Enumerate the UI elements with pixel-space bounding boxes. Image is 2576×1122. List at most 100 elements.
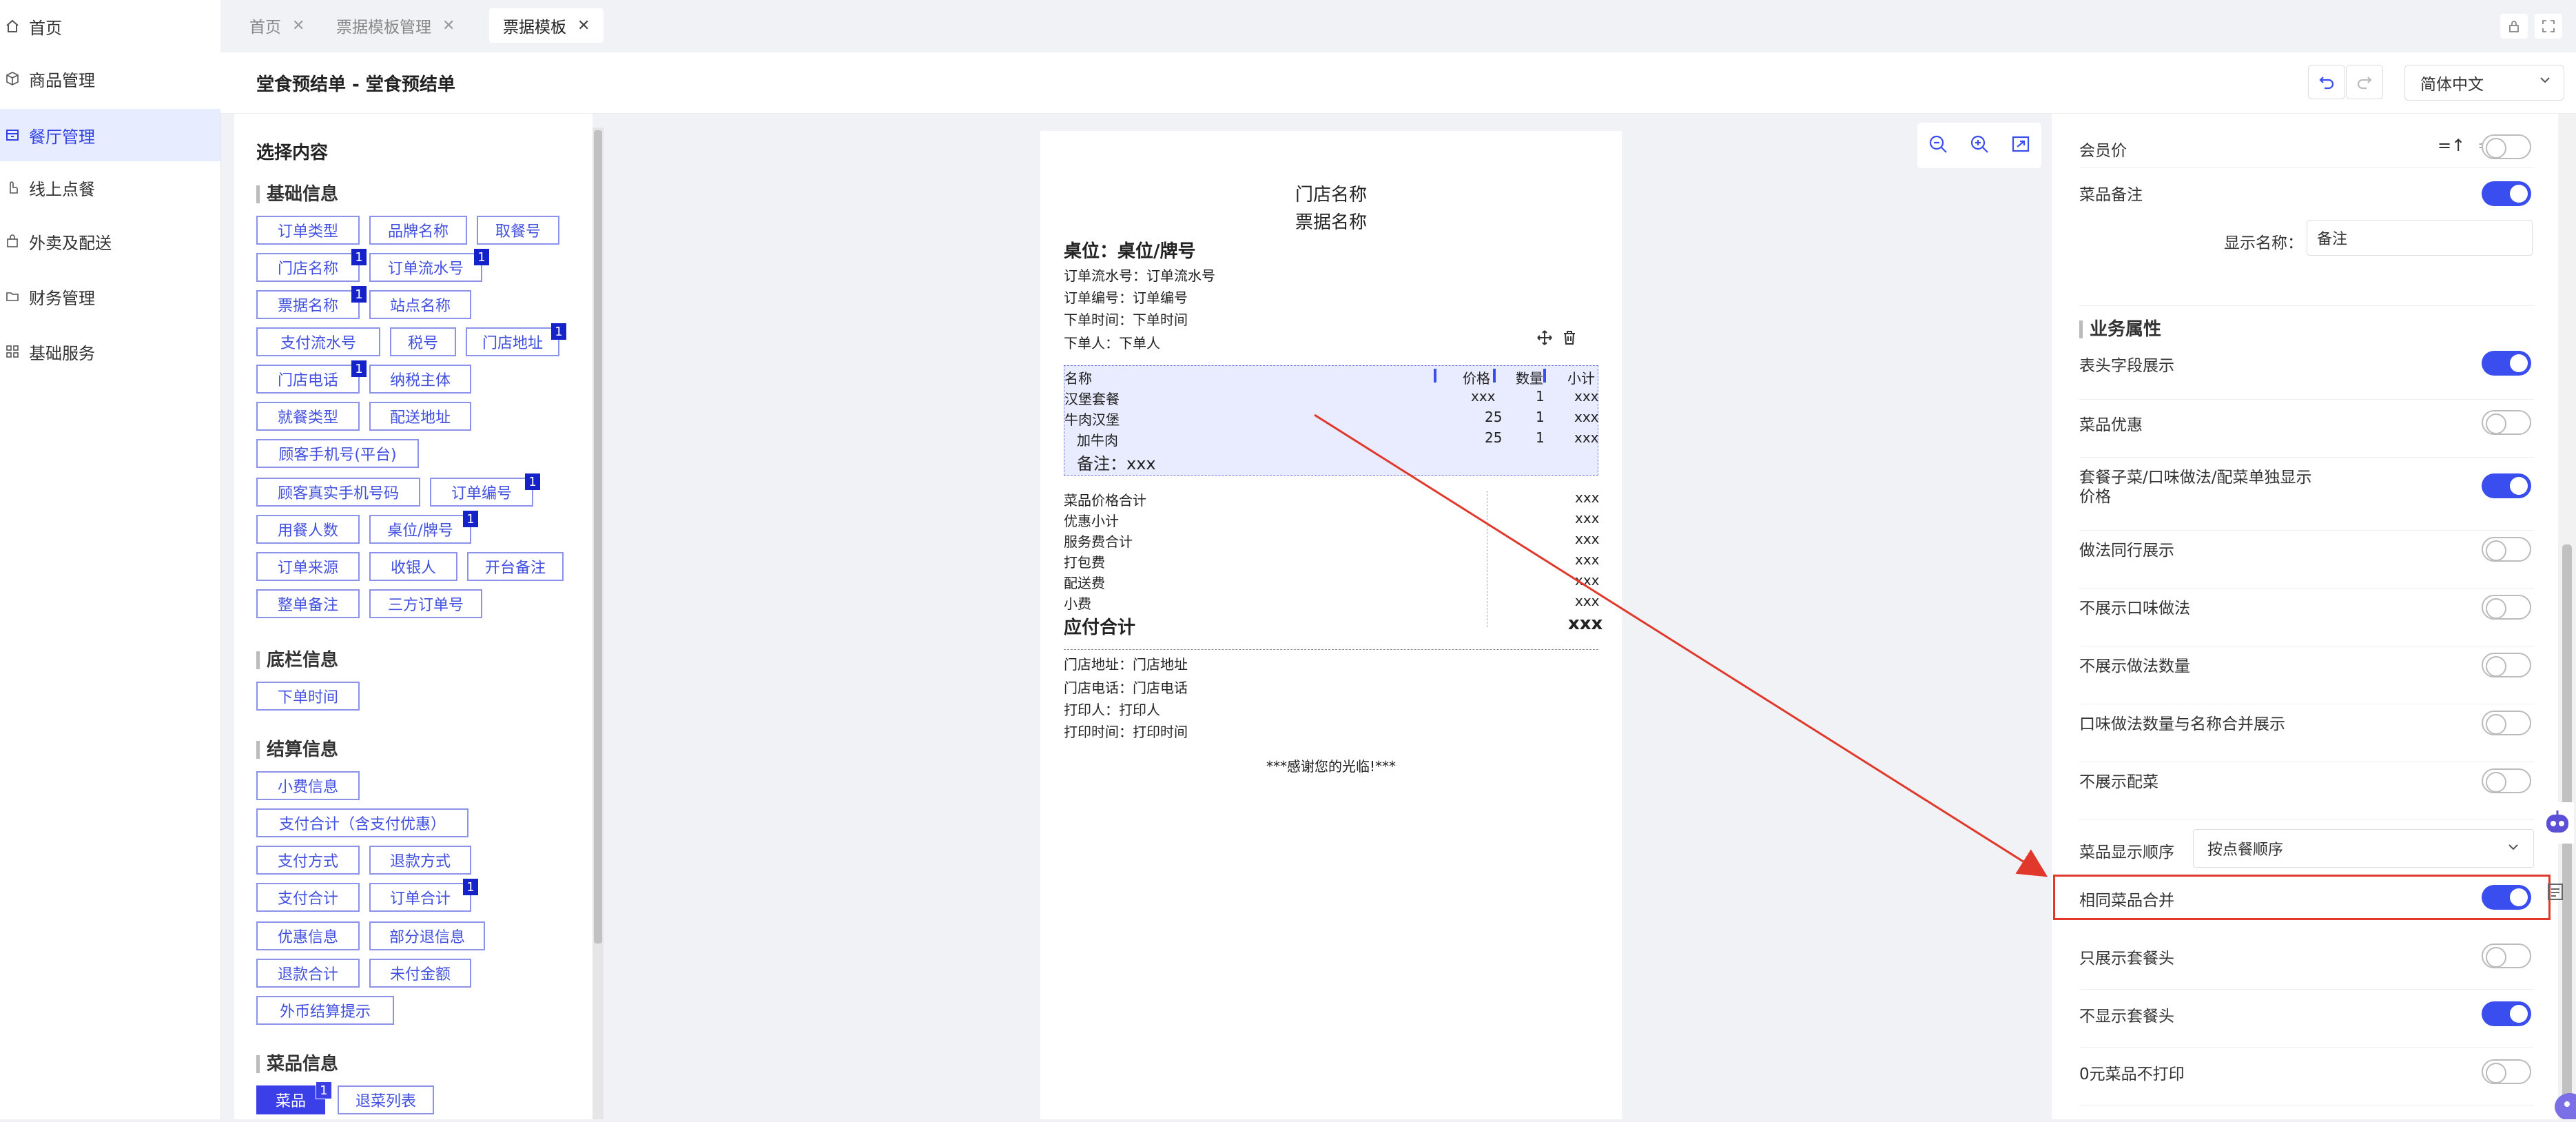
receipt-ticket-name[interactable]: 票据名称 — [1040, 208, 1622, 234]
chip-pay-method[interactable]: 支付方式 — [256, 846, 360, 875]
summary-label[interactable]: 打包费 — [1064, 551, 1105, 571]
sidebar-item-finance[interactable]: 财务管理 — [0, 270, 220, 323]
chip-order-note[interactable]: 整单备注 — [256, 589, 360, 618]
chip-tax-entity[interactable]: 纳税主体 — [369, 365, 471, 394]
chip-pickup-no[interactable]: 取餐号 — [477, 216, 559, 245]
sort-asc-icon[interactable]: =↑ — [2438, 136, 2465, 155]
right-scrollbar[interactable] — [2558, 114, 2576, 1119]
chip-discount-info[interactable]: 优惠信息 — [256, 921, 360, 950]
chip-ticket-name[interactable]: 票据名称 1 — [256, 286, 367, 319]
chip-tax-no[interactable]: 税号 — [390, 327, 456, 356]
summary-label[interactable]: 优惠小计 — [1064, 510, 1119, 530]
toggle-hide-method-qty[interactable] — [2482, 653, 2531, 677]
zoom-in-icon[interactable] — [1969, 134, 1990, 157]
chip-pay-total[interactable]: 支付合计 — [256, 883, 360, 912]
toggle-skip-zero-price[interactable] — [2482, 1059, 2531, 1084]
language-select[interactable]: 简体中文 — [2404, 65, 2564, 101]
chip-order-total[interactable]: 订单合计 1 — [369, 879, 478, 912]
summary-label[interactable]: 服务费合计 — [1064, 531, 1133, 551]
tab-home[interactable]: 首页 ✕ — [236, 8, 318, 43]
chip-order-time[interactable]: 下单时间 — [256, 682, 360, 711]
toggle-dish-discount[interactable] — [2482, 410, 2531, 435]
chip-refund-total[interactable]: 退款合计 — [256, 959, 360, 988]
chip-unpaid[interactable]: 未付金额 — [369, 959, 471, 988]
sidebar-item-home[interactable]: 首页 — [0, 0, 220, 52]
toggle-hide-combo-head[interactable] — [2482, 1001, 2531, 1026]
receipt-store-name[interactable]: 门店名称 — [1040, 181, 1622, 206]
dish-table-block[interactable]: 名称 价格 数量 小计 汉堡套餐 xxx 1 xxx 牛肉汉堡 25 1 xxx… — [1064, 365, 1599, 476]
chip-order-serial[interactable]: 订单流水号 1 — [369, 249, 489, 282]
sidebar-item-restaurant[interactable]: 餐厅管理 — [0, 109, 220, 161]
toggle-method-inline[interactable] — [2482, 537, 2531, 562]
chip-pay-total-incl[interactable]: 支付合计（含支付优惠） — [256, 808, 468, 837]
receipt-order-no[interactable]: 订单编号：订单编号 — [1064, 287, 1188, 307]
fullscreen-icon[interactable] — [2535, 14, 2562, 39]
dish-order-select[interactable]: 按点餐顺序 — [2193, 829, 2534, 868]
chip-customer-phone-platform[interactable]: 顾客手机号(平台) — [256, 439, 419, 468]
toggle-header-fields[interactable] — [2482, 351, 2531, 376]
chip-brand-name[interactable]: 品牌名称 — [369, 216, 467, 245]
chip-store-phone[interactable]: 门店电话 1 — [256, 360, 367, 394]
toggle-dish-note[interactable] — [2482, 181, 2531, 206]
receipt-print-time[interactable]: 打印时间：打印时间 — [1064, 721, 1188, 741]
chip-open-note[interactable]: 开台备注 — [467, 552, 564, 581]
total-label[interactable]: 应付合计 — [1064, 613, 1135, 639]
chip-store-name[interactable]: 门店名称 1 — [256, 249, 367, 282]
toggle-member-price[interactable] — [2482, 134, 2531, 159]
chip-store-addr[interactable]: 门店地址 1 — [466, 323, 566, 356]
chip-dine-type[interactable]: 就餐类型 — [256, 402, 360, 431]
toggle-merge-flavor-name[interactable] — [2482, 711, 2531, 735]
feedback-icon[interactable] — [2546, 882, 2567, 906]
sidebar-item-delivery[interactable]: 外卖及配送 — [0, 215, 220, 267]
robot-assistant-icon[interactable] — [2539, 802, 2574, 844]
display-name-input[interactable]: 备注 — [2307, 220, 2533, 256]
move-icon[interactable] — [1536, 329, 1553, 349]
scrollbar-thumb[interactable] — [594, 130, 602, 943]
col-resize-handle[interactable] — [1493, 369, 1496, 382]
chip-fx-hint[interactable]: 外币结算提示 — [256, 996, 394, 1025]
col-resize-handle[interactable] — [1434, 369, 1436, 382]
close-icon[interactable]: ✕ — [292, 17, 305, 34]
trash-icon[interactable] — [1561, 329, 1578, 349]
col-resize-handle[interactable] — [1543, 369, 1546, 382]
zoom-out-icon[interactable] — [1928, 134, 1948, 157]
receipt-serial[interactable]: 订单流水号：订单流水号 — [1064, 265, 1215, 285]
redo-button[interactable] — [2346, 65, 2383, 99]
receipt-orderer[interactable]: 下单人：下单人 — [1064, 332, 1160, 352]
chip-dish[interactable]: 菜品 1 — [256, 1081, 332, 1114]
sidebar-item-products[interactable]: 商品管理 — [0, 52, 220, 105]
chip-tip-info[interactable]: 小费信息 — [256, 771, 360, 800]
chip-order-source[interactable]: 订单来源 — [256, 552, 360, 581]
toggle-hide-flavor[interactable] — [2482, 595, 2531, 620]
fit-screen-icon[interactable] — [2010, 134, 2031, 157]
chip-pay-serial[interactable]: 支付流水号 — [256, 327, 380, 356]
chip-order-type[interactable]: 订单类型 — [256, 216, 360, 245]
chip-diners[interactable]: 用餐人数 — [256, 515, 360, 544]
summary-label[interactable]: 菜品价格合计 — [1064, 489, 1146, 509]
chip-third-order-no[interactable]: 三方订单号 — [369, 589, 482, 618]
summary-label[interactable]: 小费 — [1064, 593, 1091, 613]
chip-partial-refund[interactable]: 部分退信息 — [369, 921, 485, 950]
mascot-icon[interactable] — [2549, 1082, 2576, 1121]
lock-icon[interactable] — [2500, 14, 2528, 39]
chip-customer-real-phone[interactable]: 顾客真实手机号码 — [256, 478, 420, 507]
tab-template[interactable]: 票据模板 ✕ — [489, 8, 604, 43]
left-scrollbar[interactable] — [593, 127, 604, 1119]
chip-delivery-addr[interactable]: 配送地址 — [369, 402, 471, 431]
chip-table-no[interactable]: 桌位/牌号 1 — [369, 511, 478, 544]
close-icon[interactable]: ✕ — [442, 17, 455, 34]
receipt-store-addr[interactable]: 门店地址：门店地址 — [1064, 653, 1188, 673]
sidebar-item-online-order[interactable]: 线上点餐 — [0, 161, 220, 214]
receipt-store-phone[interactable]: 门店电话：门店电话 — [1064, 677, 1188, 697]
toggle-merge-same-dish[interactable] — [2482, 885, 2531, 910]
toggle-only-combo-head[interactable] — [2482, 943, 2531, 968]
tab-template-manage[interactable]: 票据模板管理 ✕ — [322, 8, 468, 43]
receipt-order-time[interactable]: 下单时间：下单时间 — [1064, 309, 1188, 329]
chip-refund-list[interactable]: 退菜列表 — [338, 1085, 434, 1114]
chip-order-no[interactable]: 订单编号 1 — [430, 473, 540, 507]
chip-site-name[interactable]: 站点名称 — [369, 290, 471, 319]
toggle-sub-price[interactable] — [2482, 473, 2531, 498]
chip-refund-method[interactable]: 退款方式 — [369, 846, 471, 875]
close-icon[interactable]: ✕ — [577, 17, 590, 34]
receipt-table[interactable]: 桌位：桌位/牌号 — [1064, 237, 1196, 263]
